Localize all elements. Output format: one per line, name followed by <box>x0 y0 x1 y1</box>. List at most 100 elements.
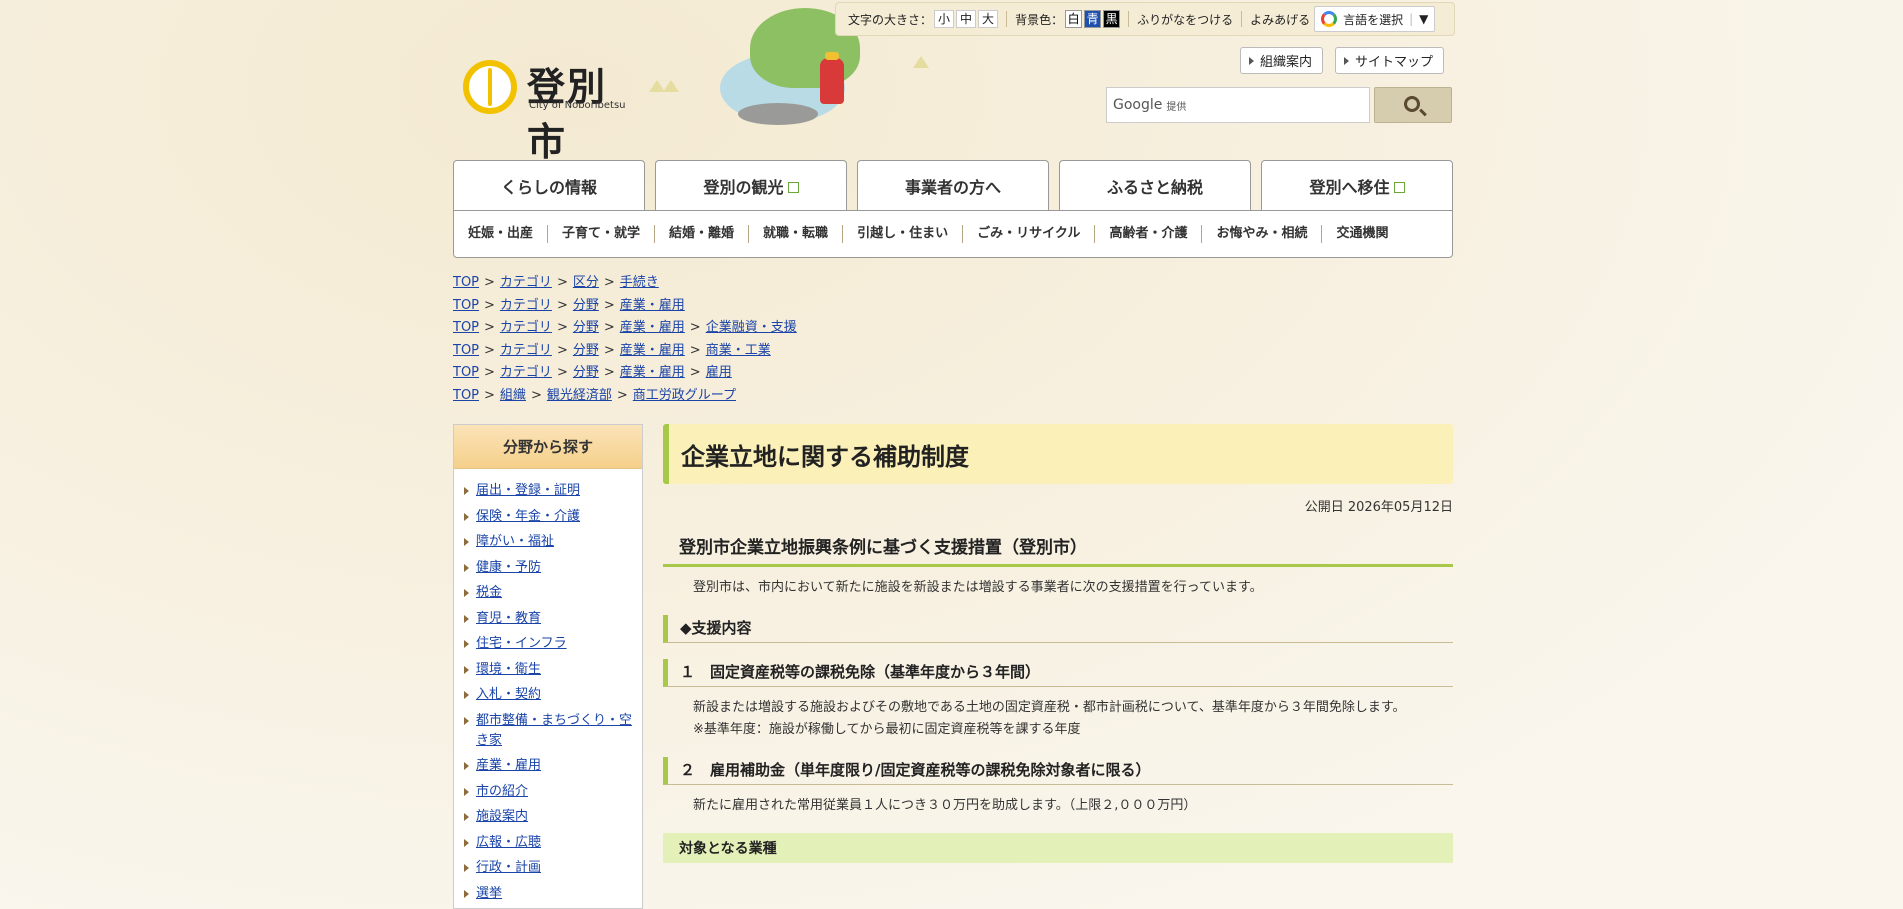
sidebar-link[interactable]: 保険・年金・介護 <box>476 509 580 524</box>
gnav-label: ふるさと納税 <box>1106 177 1203 197</box>
sidebar-link[interactable]: 環境・衛生 <box>476 662 541 677</box>
breadcrumb-link[interactable]: カテゴリ <box>500 365 552 380</box>
breadcrumb-link[interactable]: TOP <box>453 343 479 358</box>
breadcrumb-separator: > <box>603 365 615 380</box>
logo-title: 登別市 <box>527 65 608 164</box>
sidebar-link[interactable]: 都市整備・まちづくり・空き家 <box>476 713 632 748</box>
sidebar-item: 都市整備・まちづくり・空き家 <box>464 711 634 751</box>
sidebar-item: 育児・教育 <box>464 609 634 629</box>
sidebar-link[interactable]: 届出・登録・証明 <box>476 483 580 498</box>
breadcrumb-link[interactable]: 観光経済部 <box>547 388 612 403</box>
subnav-item[interactable]: 交通機関 <box>1322 225 1402 243</box>
subnav-item[interactable]: 就職・転職 <box>749 225 844 243</box>
breadcrumb-link[interactable]: TOP <box>453 388 479 403</box>
breadcrumb-link[interactable]: TOP <box>453 320 479 335</box>
sidebar-item: 市の紹介 <box>464 782 634 802</box>
font-size-large-button[interactable]: 大 <box>978 10 999 28</box>
subnav-item[interactable]: ごみ・リサイクル <box>963 225 1096 243</box>
sidebar-link[interactable]: 健康・予防 <box>476 560 541 575</box>
minor-heading: 対象となる業種 <box>663 833 1453 863</box>
breadcrumb-link[interactable]: 産業・雇用 <box>620 343 685 358</box>
breadcrumb-line: TOP > 組織 > 観光経済部 > 商工労政グループ <box>453 385 797 408</box>
sidebar-link[interactable]: 市の紹介 <box>476 784 528 799</box>
read-aloud-button[interactable]: よみあげる <box>1250 11 1310 28</box>
breadcrumb-link[interactable]: 産業・雇用 <box>620 365 685 380</box>
breadcrumb-link[interactable]: 手続き <box>620 275 659 290</box>
language-select[interactable]: 言語を選択 | ▼ <box>1314 6 1436 32</box>
breadcrumb-link[interactable]: 分野 <box>573 365 599 380</box>
sidebar-link[interactable]: 住宅・インフラ <box>476 636 567 651</box>
breadcrumb-link[interactable]: カテゴリ <box>500 275 552 290</box>
breadcrumb: TOP > カテゴリ > 区分 > 手続き TOP > カテゴリ > 分野 > 産業・雇用 TOP > カテ… <box>453 272 797 407</box>
font-size-medium-button[interactable]: 中 <box>956 10 977 28</box>
breadcrumb-line: TOP > カテゴリ > 分野 > 産業・雇用 > 雇用 <box>453 362 797 385</box>
breadcrumb-separator: > <box>689 342 701 358</box>
breadcrumb-link[interactable]: カテゴリ <box>500 343 552 358</box>
search-brand-sub: 提供 <box>1166 101 1187 113</box>
sidebar-link[interactable]: 施設案内 <box>476 809 528 824</box>
bg-white-button[interactable]: 白 <box>1065 10 1083 28</box>
sidebar-link[interactable]: 産業・雇用 <box>476 758 541 773</box>
breadcrumb-link[interactable]: 区分 <box>573 275 599 290</box>
breadcrumb-link[interactable]: 産業・雇用 <box>620 320 685 335</box>
breadcrumb-link[interactable]: カテゴリ <box>500 298 552 313</box>
breadcrumb-separator: > <box>556 297 568 313</box>
gnav-tourism[interactable]: 登別の観光 <box>655 160 847 210</box>
search-input[interactable]: Google 提供 <box>1106 87 1370 123</box>
subsection-heading: ２ 雇用補助金（単年度限り/固定資産税等の課税免除対象者に限る） <box>663 757 1453 785</box>
body-text: 新設または増設する施設およびその敷地である土地の固定資産税・都市計画税について、… <box>693 700 1406 715</box>
furigana-button[interactable]: ふりがなをつける <box>1137 11 1233 28</box>
breadcrumb-link[interactable]: TOP <box>453 298 479 313</box>
section-heading: 登別市企業立地振興条例に基づく支援措置（登別市） <box>663 533 1453 567</box>
bg-blue-button[interactable]: 青 <box>1084 10 1102 28</box>
gnav-living[interactable]: くらしの情報 <box>453 160 645 210</box>
breadcrumb-separator: > <box>556 365 568 380</box>
breadcrumb-separator: > <box>530 387 542 403</box>
breadcrumb-link[interactable]: TOP <box>453 275 479 290</box>
breadcrumb-link[interactable]: 分野 <box>573 320 599 335</box>
sidebar-link[interactable]: 広報・広聴 <box>476 835 541 850</box>
subnav-item[interactable]: 高齢者・介護 <box>1095 225 1203 243</box>
site-logo[interactable]: 登別市 City of Noboribetsu <box>463 56 643 164</box>
breadcrumb-link[interactable]: カテゴリ <box>500 320 552 335</box>
sidebar-item: 産業・雇用 <box>464 756 634 776</box>
sidebar-link[interactable]: 障がい・福祉 <box>476 534 554 549</box>
org-guide-link[interactable]: 組織案内 <box>1240 47 1324 74</box>
search-icon <box>1404 96 1420 112</box>
sidebar-link[interactable]: 育児・教育 <box>476 611 541 626</box>
sidebar-item: 行政・計画 <box>464 858 634 878</box>
breadcrumb-link[interactable]: 分野 <box>573 298 599 313</box>
subsection-heading: ◆支援内容 <box>663 615 1453 643</box>
breadcrumb-link[interactable]: 企業融資・支援 <box>706 320 797 335</box>
subnav-item[interactable]: 結婚・離婚 <box>655 225 750 243</box>
gnav-label: くらしの情報 <box>500 177 597 197</box>
search-button[interactable] <box>1374 87 1452 123</box>
gnav-label: 登別の観光 <box>703 177 784 197</box>
bg-black-button[interactable]: 黒 <box>1103 10 1121 28</box>
breadcrumb-separator: > <box>484 342 495 358</box>
sidebar-link[interactable]: 税金 <box>476 585 502 600</box>
breadcrumb-link[interactable]: TOP <box>453 365 479 380</box>
breadcrumb-link[interactable]: 商工労政グループ <box>633 388 736 403</box>
breadcrumb-link[interactable]: 商業・工業 <box>706 343 771 358</box>
font-size-label: 文字の大きさ： <box>848 12 933 27</box>
sidebar-link[interactable]: 選挙 <box>476 886 502 901</box>
sidebar-link[interactable]: 入札・契約 <box>476 687 541 702</box>
gnav-migration[interactable]: 登別へ移住 <box>1261 160 1453 210</box>
sitemap-link[interactable]: サイトマップ <box>1335 47 1445 74</box>
breadcrumb-link[interactable]: 産業・雇用 <box>620 298 685 313</box>
gnav-business[interactable]: 事業者の方へ <box>857 160 1049 210</box>
breadcrumb-link[interactable]: 組織 <box>500 388 526 403</box>
sidebar-link[interactable]: 行政・計画 <box>476 860 541 875</box>
font-size-small-button[interactable]: 小 <box>934 10 955 28</box>
breadcrumb-link[interactable]: 分野 <box>573 343 599 358</box>
breadcrumb-link[interactable]: 雇用 <box>706 365 732 380</box>
subnav-item[interactable]: 妊娠・出産 <box>454 225 549 243</box>
gnav-label: 登別へ移住 <box>1309 177 1390 197</box>
subnav-item[interactable]: お悔やみ・相続 <box>1202 225 1323 243</box>
gnav-furusato-tax[interactable]: ふるさと納税 <box>1059 160 1251 210</box>
sidebar-item: 広報・広聴 <box>464 833 634 853</box>
divider <box>1241 11 1243 27</box>
subnav-item[interactable]: 引越し・住まい <box>843 225 964 243</box>
subnav-item[interactable]: 子育て・就学 <box>548 225 656 243</box>
